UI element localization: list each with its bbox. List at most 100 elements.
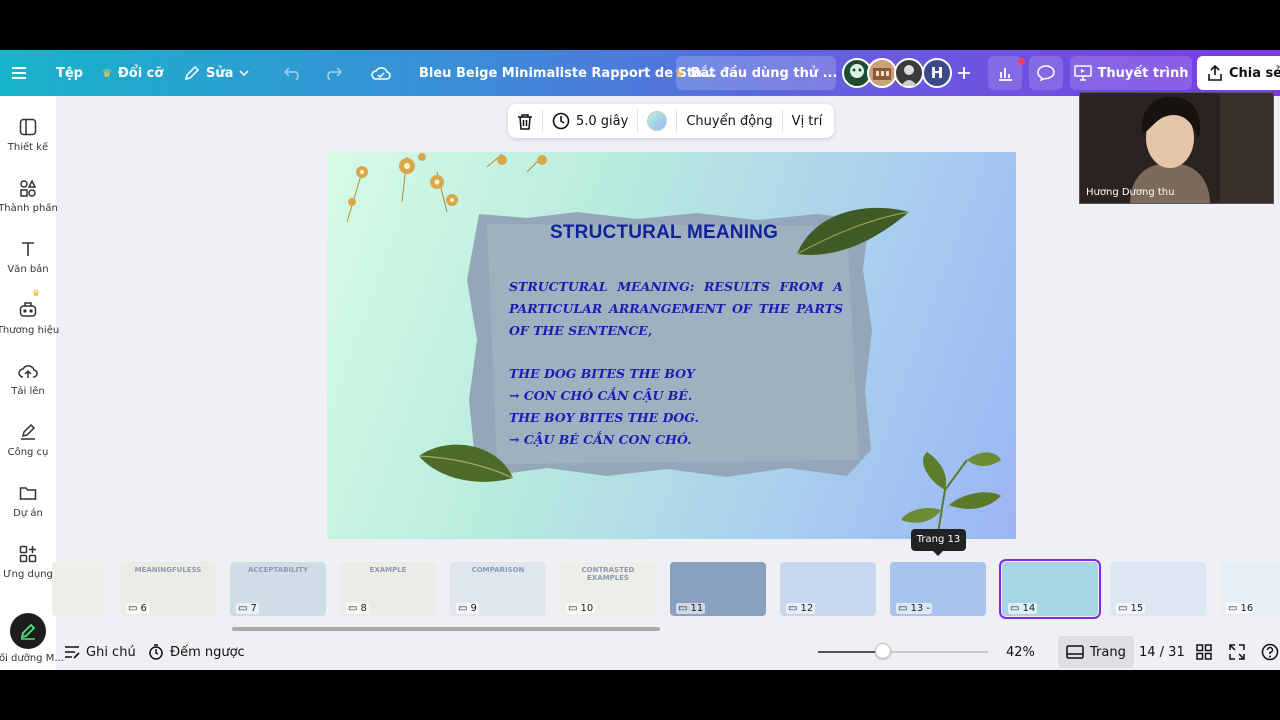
- chevron-down-icon: [239, 68, 249, 78]
- page-thumbnail[interactable]: EXAMPLE ▭ 8: [340, 562, 436, 616]
- document-title[interactable]: Bleu Beige Minimaliste Rapport de Sta...: [419, 50, 717, 96]
- sidebar-item-uploads[interactable]: Tải lên: [0, 362, 56, 397]
- apps-icon: [19, 545, 37, 563]
- help-button[interactable]: [1261, 634, 1279, 670]
- page-thumbnail[interactable]: ▭ 13 -: [890, 562, 986, 616]
- share-label: Chia sẻ: [1229, 65, 1280, 81]
- pages-icon: [1066, 645, 1084, 659]
- page-number: 10: [580, 603, 594, 614]
- sidebar-item-label: Dự án: [13, 508, 43, 519]
- position-button[interactable]: Vị trí: [783, 104, 832, 138]
- undo-icon: [284, 66, 302, 80]
- animation-button[interactable]: Chuyển động: [677, 104, 781, 138]
- grid-view-button[interactable]: [1196, 634, 1212, 670]
- page-number: 11: [690, 603, 704, 614]
- present-button[interactable]: Thuyết trình: [1070, 56, 1192, 90]
- page-view-button[interactable]: Trang: [1058, 636, 1134, 668]
- zoom-value-button[interactable]: 42%: [1006, 634, 1035, 670]
- sidebar-item-text[interactable]: Văn bản: [0, 240, 56, 275]
- animation-label: Chuyển động: [686, 113, 773, 129]
- thumbnail-number: ▭ 8: [346, 603, 369, 614]
- zoom-slider-handle[interactable]: [874, 643, 891, 659]
- menu-button[interactable]: [12, 50, 28, 96]
- page-thumbnail-partial[interactable]: ▭ 16: [1220, 562, 1280, 616]
- page-thumbnail[interactable]: ▭ 12: [780, 562, 876, 616]
- page-thumbnail-selected[interactable]: ▭ 14: [999, 559, 1101, 619]
- fullscreen-button[interactable]: [1229, 634, 1245, 670]
- page-thumbnail-partial[interactable]: [52, 562, 104, 616]
- sidebar-item-tools[interactable]: Công cụ: [0, 423, 56, 458]
- crown-icon: ♛: [674, 66, 685, 80]
- comment-icon: ▭: [678, 603, 688, 614]
- collaborator-avatar[interactable]: [867, 58, 897, 88]
- hamburger-icon: [12, 66, 28, 80]
- clock-icon: [552, 112, 570, 130]
- sidebar-item-elements[interactable]: Thành phần: [0, 179, 58, 214]
- slide-canvas[interactable]: STRUCTURAL MEANING STRUCTURAL MEANING: R…: [327, 152, 1016, 539]
- collaborator-avatar-initial[interactable]: H: [922, 58, 952, 88]
- page-thumbnail[interactable]: COMPARISON ▭ 9: [450, 562, 546, 616]
- timer-button[interactable]: Đếm ngược: [148, 634, 245, 670]
- collaborator-avatar[interactable]: [894, 58, 924, 88]
- trash-icon: [518, 113, 532, 130]
- cloud-save-button[interactable]: [371, 50, 391, 96]
- example-line: THE BOY BITES THE DOG.: [509, 410, 699, 425]
- slide-definition-text[interactable]: STRUCTURAL MEANING: RESULTS FROM A PARTI…: [509, 276, 843, 342]
- page-number: 13 -: [910, 603, 930, 614]
- background-color-button[interactable]: [638, 104, 676, 138]
- sidebar-item-design[interactable]: Thiết kế: [0, 118, 56, 153]
- page-tooltip: Trang 13: [911, 529, 966, 556]
- upload-icon: [18, 365, 38, 378]
- timer-icon: [149, 644, 163, 660]
- start-trial-button[interactable]: ♛ Bắt đầu dùng thử ...: [674, 56, 837, 90]
- sidebar-item-brand[interactable]: ♛ Thương hiệu: [0, 289, 59, 336]
- sidebar-item-label: Tải lên: [11, 386, 45, 397]
- brand-icon: [19, 302, 37, 317]
- redo-button[interactable]: [324, 50, 342, 96]
- comments-button[interactable]: [1029, 56, 1063, 90]
- sidebar-item-projects[interactable]: Dự án: [0, 484, 56, 519]
- top-toolbar: Tệp ♛ Đổi cỡ Sửa Bleu Beige Minimaliste …: [0, 50, 1280, 96]
- page-thumbnail[interactable]: ▭ 11: [670, 562, 766, 616]
- add-collaborator-button[interactable]: [958, 50, 970, 96]
- elements-icon: [20, 179, 37, 197]
- sidebar-item-label: Công cụ: [7, 447, 49, 458]
- thumbnail-number: ▭ 7: [236, 603, 259, 614]
- resize-button[interactable]: ♛ Đổi cỡ: [102, 50, 163, 96]
- comment-icon: ▭: [348, 603, 358, 614]
- slide-heading[interactable]: STRUCTURAL MEANING: [550, 222, 778, 244]
- thumbnail-title: EXAMPLE: [369, 566, 407, 574]
- page-view-label: Trang: [1090, 644, 1126, 660]
- comment-icon: ▭: [898, 603, 908, 614]
- comment-icon: ▭: [1010, 603, 1020, 614]
- delete-page-button[interactable]: [508, 104, 542, 138]
- thumbnail-number: ▭ 14: [1008, 603, 1038, 614]
- webcam-overlay[interactable]: Hương Dương thu: [1079, 92, 1274, 204]
- thumbnail-number: ▭ 13 -: [896, 603, 932, 614]
- thumbnail-number: ▭ 16: [1226, 603, 1256, 614]
- sidebar-item-label: Thành phần: [0, 203, 58, 214]
- notes-label: Ghi chú: [86, 644, 136, 660]
- notes-button[interactable]: Ghi chú: [64, 634, 136, 670]
- sidebar-item-apps[interactable]: Ứng dụng: [0, 545, 56, 580]
- thumbnail-number: ▭ 9: [456, 603, 479, 614]
- cloud-check-icon: [371, 65, 391, 81]
- slide-examples[interactable]: THE DOG BITES THE BOY → CON CHÓ CẮN CẬU …: [509, 363, 843, 451]
- share-button[interactable]: Chia sẻ: [1197, 56, 1280, 90]
- thumbnail-title: ACCEPTABILITY: [247, 566, 309, 574]
- page-thumbnail[interactable]: MEANINGFULESS ▭ 6: [120, 562, 216, 616]
- page-thumbnail[interactable]: ▭ 15: [1110, 562, 1206, 616]
- duration-button[interactable]: 5.0 giây: [543, 104, 637, 138]
- page-number: 14: [1022, 603, 1036, 614]
- undo-button[interactable]: [284, 50, 302, 96]
- example-line: → CON CHÓ CẮN CẬU BÉ.: [509, 388, 693, 403]
- bar-chart-icon: [997, 65, 1013, 81]
- page-thumbnail[interactable]: ACCEPTABILITY ▭ 7: [230, 562, 326, 616]
- grid-icon: [1196, 644, 1212, 660]
- color-swatch: [647, 111, 668, 131]
- insights-button[interactable]: [988, 56, 1025, 90]
- file-menu[interactable]: Tệp: [56, 50, 83, 96]
- page-thumbnail[interactable]: CONTRASTED EXAMPLES ▭ 10: [560, 562, 656, 616]
- edit-menu[interactable]: Sửa: [184, 50, 249, 96]
- filmstrip-scrollbar-thumb[interactable]: [232, 627, 660, 631]
